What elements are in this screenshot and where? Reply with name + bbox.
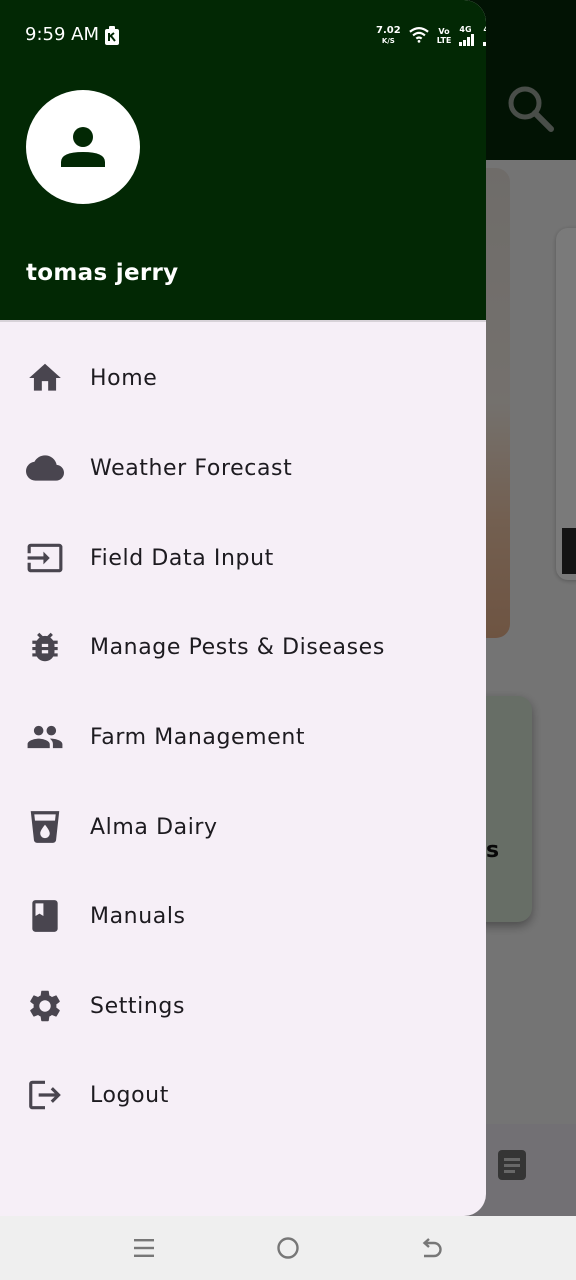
avatar[interactable] bbox=[26, 90, 140, 204]
menu-item-label: Field Data Input bbox=[90, 545, 274, 571]
navigation-drawer: 9:59 AM 7.02 K/S Vo LTE 4G tomas jerry H… bbox=[0, 0, 486, 1216]
user-name: tomas jerry bbox=[26, 260, 179, 286]
menu-item-label: Farm Management bbox=[90, 724, 306, 750]
drawer-header: 9:59 AM 7.02 K/S Vo LTE 4G tomas jerry bbox=[0, 0, 486, 320]
circle-icon bbox=[277, 1237, 299, 1259]
menu-item-farm-management[interactable]: Farm Management bbox=[0, 701, 486, 773]
app-notification-icon bbox=[104, 26, 120, 46]
menu-item-label: Settings bbox=[90, 993, 186, 1019]
menu-item-field-data-input[interactable]: Field Data Input bbox=[0, 522, 486, 594]
signal-sim1-icon: 4G bbox=[459, 26, 475, 46]
menu-item-home[interactable]: Home bbox=[0, 342, 486, 414]
menu-item-settings[interactable]: Settings bbox=[0, 970, 486, 1042]
menu-item-manuals[interactable]: Manuals bbox=[0, 880, 486, 952]
menu-item-label: Home bbox=[90, 365, 158, 391]
menu-item-logout[interactable]: Logout bbox=[0, 1059, 486, 1131]
menu-item-label: Alma Dairy bbox=[90, 814, 218, 840]
cloud-icon bbox=[26, 449, 64, 487]
person-icon bbox=[61, 127, 105, 167]
back-button[interactable] bbox=[418, 1234, 446, 1262]
header-divider bbox=[0, 320, 486, 322]
gear-icon bbox=[26, 987, 64, 1025]
home-button[interactable] bbox=[274, 1234, 302, 1262]
menu-item-label: Manuals bbox=[90, 903, 186, 929]
network-speed: 7.02 K/S bbox=[376, 25, 401, 46]
menu-item-manage-pests-diseases[interactable]: Manage Pests & Diseases bbox=[0, 611, 486, 683]
status-time: 9:59 AM bbox=[25, 24, 99, 45]
menu-item-weather-forecast[interactable]: Weather Forecast bbox=[0, 432, 486, 504]
signal-sim2-icon: 4G bbox=[483, 26, 486, 46]
recent-apps-button[interactable] bbox=[130, 1234, 158, 1262]
home-icon bbox=[26, 359, 64, 397]
book-icon bbox=[26, 897, 64, 935]
volte-indicator: Vo LTE bbox=[436, 27, 452, 45]
bug-icon bbox=[26, 628, 64, 666]
menu-icon bbox=[134, 1239, 154, 1257]
menu-item-label: Logout bbox=[90, 1082, 169, 1108]
wifi-icon bbox=[408, 26, 429, 47]
system-navigation-bar bbox=[0, 1216, 576, 1280]
status-indicators: 7.02 K/S Vo LTE 4G bbox=[376, 22, 486, 50]
menu-item-alma-dairy[interactable]: Alma Dairy bbox=[0, 791, 486, 863]
menu-item-label: Manage Pests & Diseases bbox=[90, 634, 385, 660]
people-icon bbox=[26, 718, 64, 756]
input-icon bbox=[26, 539, 64, 577]
water-glass-icon bbox=[26, 808, 64, 846]
menu-item-label: Weather Forecast bbox=[90, 455, 293, 481]
logout-icon bbox=[26, 1076, 64, 1114]
back-icon bbox=[422, 1238, 442, 1258]
